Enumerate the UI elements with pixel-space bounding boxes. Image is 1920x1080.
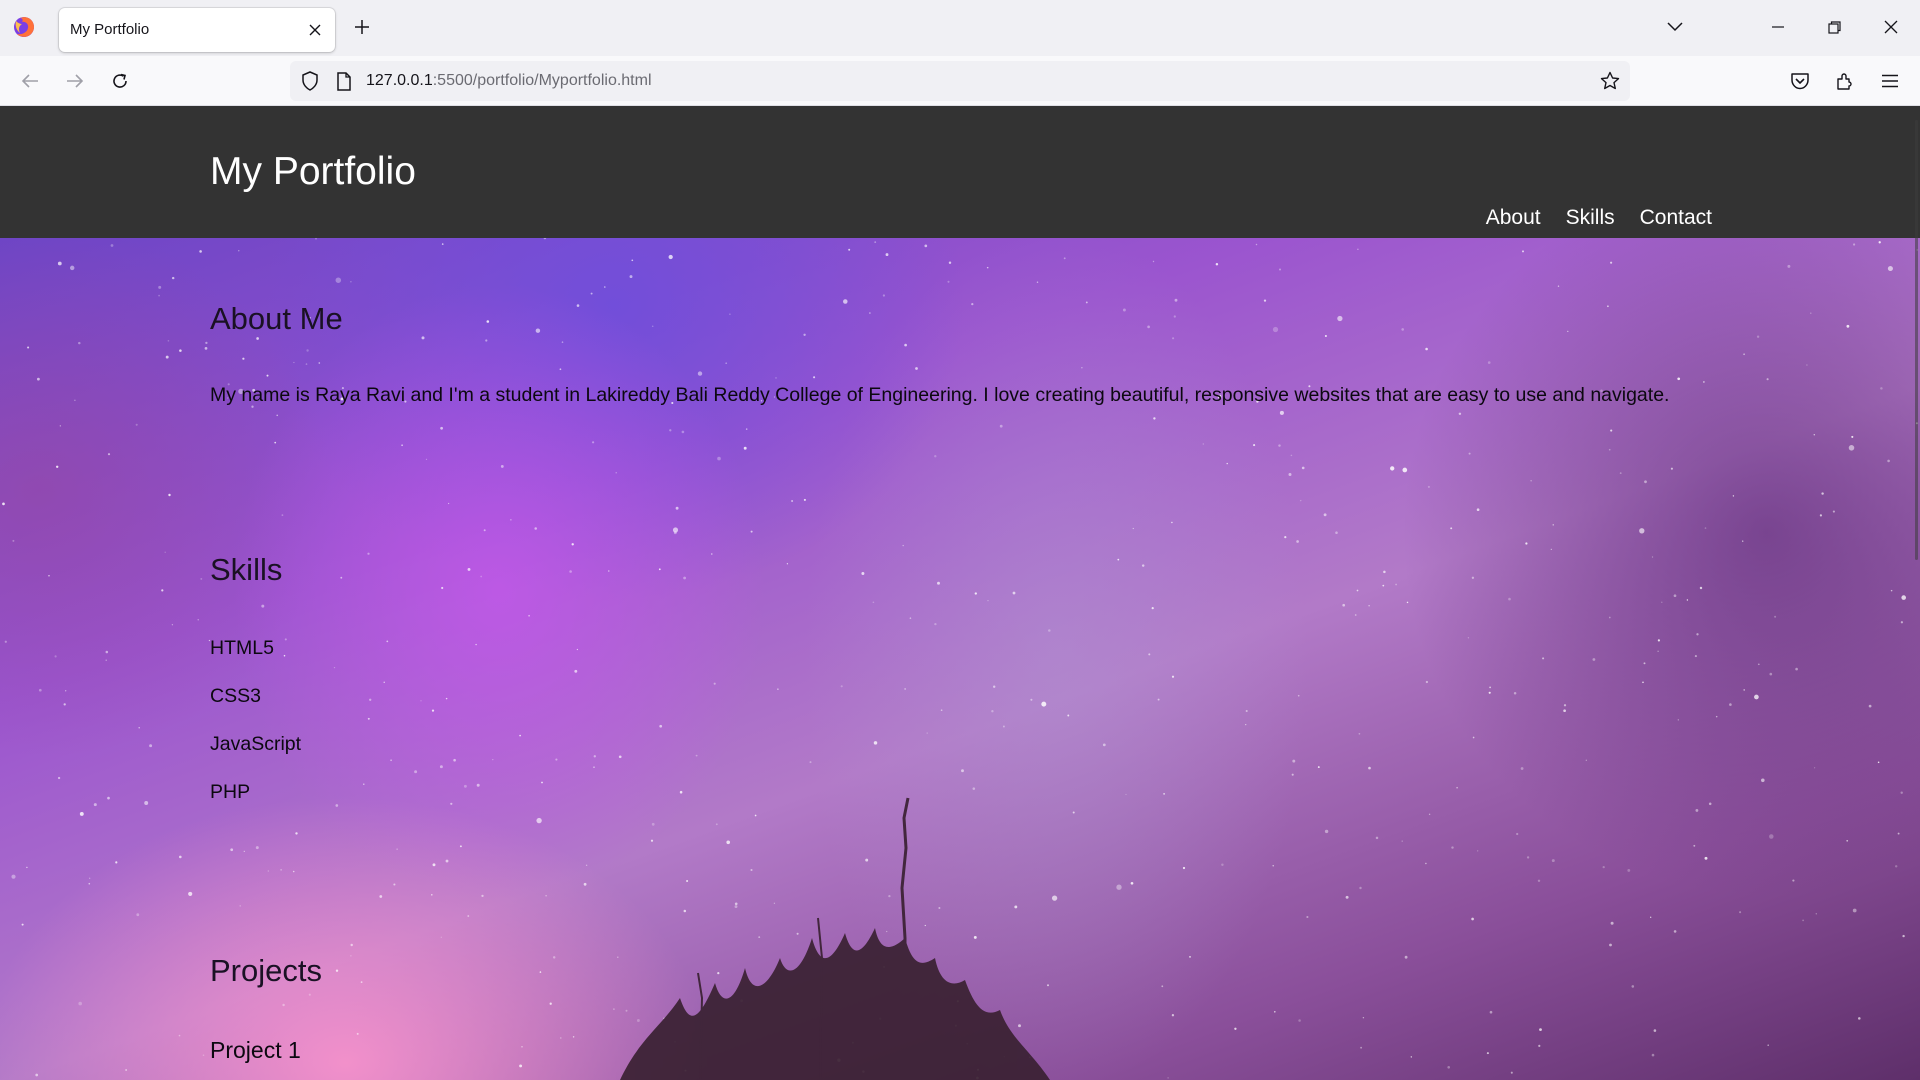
projects-heading: Projects bbox=[210, 953, 322, 988]
address-bar[interactable]: 127.0.0.1:5500/portfolio/Myportfolio.htm… bbox=[290, 61, 1630, 101]
skill-item: PHP bbox=[210, 781, 251, 803]
forward-icon[interactable] bbox=[58, 64, 92, 98]
reload-icon[interactable] bbox=[103, 64, 137, 98]
browser-toolbar: 127.0.0.1:5500/portfolio/Myportfolio.htm… bbox=[0, 56, 1920, 106]
back-icon[interactable] bbox=[13, 64, 47, 98]
site-header: My Portfolio About Skills Contact bbox=[0, 106, 1920, 238]
skills-section: Skills bbox=[210, 552, 282, 588]
projects-section: Projects bbox=[210, 953, 322, 989]
close-icon[interactable] bbox=[1871, 10, 1911, 44]
pocket-icon[interactable] bbox=[1783, 64, 1817, 98]
skill-item: HTML5 bbox=[210, 637, 274, 659]
page-scrollbar[interactable] bbox=[1912, 106, 1920, 1080]
menu-icon[interactable] bbox=[1873, 64, 1907, 98]
shield-icon[interactable] bbox=[298, 69, 322, 93]
plus-icon[interactable] bbox=[347, 12, 377, 42]
site-nav: About Skills Contact bbox=[1486, 206, 1712, 230]
page-viewport: My Portfolio About Skills Contact About … bbox=[0, 106, 1920, 1080]
skills-heading: Skills bbox=[210, 552, 283, 587]
site-title: My Portfolio bbox=[210, 150, 416, 193]
firefox-logo-icon bbox=[13, 16, 35, 38]
skill-item: CSS3 bbox=[210, 685, 261, 707]
close-icon[interactable] bbox=[303, 18, 327, 42]
chevron-down-icon[interactable] bbox=[1659, 12, 1691, 42]
extensions-icon[interactable] bbox=[1828, 64, 1862, 98]
project-item: Project 1 bbox=[210, 1037, 301, 1063]
skill-item: JavaScript bbox=[210, 733, 302, 755]
page-icon[interactable] bbox=[332, 69, 356, 93]
scrollbar-thumb[interactable] bbox=[1915, 120, 1918, 560]
tab-title: My Portfolio bbox=[70, 21, 150, 38]
nav-link-contact[interactable]: Contact bbox=[1640, 206, 1712, 230]
minimize-icon[interactable] bbox=[1758, 10, 1798, 44]
url-host: 127.0.0.1 bbox=[366, 72, 433, 89]
browser-tab-strip: My Portfolio bbox=[0, 0, 1920, 56]
nav-link-skills[interactable]: Skills bbox=[1566, 206, 1615, 230]
url-path: :5500/portfolio/Myportfolio.html bbox=[432, 72, 652, 89]
browser-tab-active[interactable]: My Portfolio bbox=[59, 8, 335, 52]
about-section: About Me bbox=[210, 301, 343, 337]
star-icon[interactable] bbox=[1596, 67, 1624, 95]
about-text: My name is Raya Ravi and I'm a student i… bbox=[210, 384, 1670, 406]
nav-link-about[interactable]: About bbox=[1486, 206, 1541, 230]
url-text[interactable]: 127.0.0.1:5500/portfolio/Myportfolio.htm… bbox=[366, 72, 652, 90]
about-heading: About Me bbox=[210, 301, 343, 336]
restore-icon[interactable] bbox=[1814, 10, 1854, 44]
